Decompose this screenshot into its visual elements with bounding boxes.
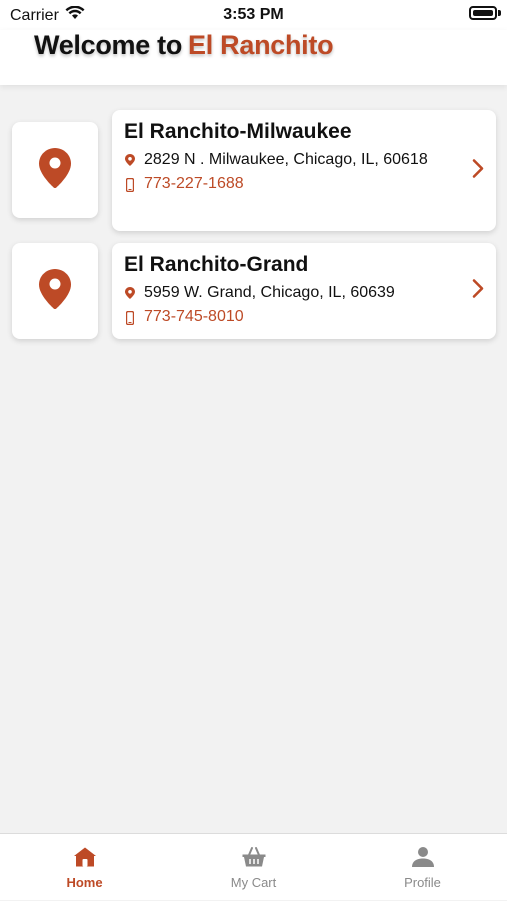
map-pin-icon	[38, 268, 72, 315]
address-pin-icon	[124, 281, 136, 299]
map-pin-icon	[38, 147, 72, 194]
person-icon	[410, 846, 436, 871]
phone-row[interactable]: 773-227-1688	[124, 172, 484, 196]
app-header: Welcome to El Ranchito	[0, 30, 507, 85]
welcome-text: Welcome to	[34, 30, 183, 60]
tab-bar: Home My Cart Profile	[0, 833, 507, 900]
page-title: Welcome to El Ranchito	[34, 30, 334, 61]
phone-row[interactable]: 773-745-8010	[124, 305, 484, 329]
tab-my-cart[interactable]: My Cart	[169, 834, 338, 901]
address-pin-icon	[124, 148, 136, 166]
location-card-milwaukee[interactable]: El Ranchito-Milwaukee 2829 N . Milwaukee…	[112, 110, 496, 231]
location-name: El Ranchito-Grand	[124, 253, 309, 276]
chevron-right-icon[interactable]	[472, 279, 484, 304]
phone-icon	[124, 305, 136, 325]
home-icon	[72, 846, 98, 871]
location-marker-box[interactable]	[12, 122, 98, 218]
status-bar: Carrier 3:53 PM	[0, 0, 507, 30]
location-phone[interactable]: 773-227-1688	[144, 172, 244, 196]
status-time: 3:53 PM	[223, 6, 284, 23]
tab-home-label: Home	[66, 874, 103, 890]
location-phone[interactable]: 773-745-8010	[144, 305, 244, 329]
location-address: 5959 W. Grand, Chicago, IL, 60639	[144, 284, 395, 301]
brand-name: El Ranchito	[188, 30, 334, 60]
address-row: 5959 W. Grand, Chicago, IL, 60639	[124, 281, 484, 305]
battery-tip	[498, 10, 501, 16]
tab-profile-label: Profile	[404, 874, 441, 890]
chevron-right-icon[interactable]	[472, 158, 484, 183]
tab-home[interactable]: Home	[0, 834, 169, 901]
location-name: El Ranchito-Milwaukee	[124, 120, 352, 143]
battery-icon	[469, 6, 497, 20]
phone-icon	[124, 172, 136, 192]
location-marker-box[interactable]	[12, 243, 98, 339]
basket-icon	[241, 846, 267, 871]
location-card-grand[interactable]: El Ranchito-Grand 5959 W. Grand, Chicago…	[112, 243, 496, 339]
address-row: 2829 N . Milwaukee, Chicago, IL, 60618	[124, 148, 484, 172]
tab-profile[interactable]: Profile	[338, 834, 507, 901]
tab-my-cart-label: My Cart	[230, 874, 277, 890]
location-address: 2829 N . Milwaukee, Chicago, IL, 60618	[144, 151, 428, 168]
